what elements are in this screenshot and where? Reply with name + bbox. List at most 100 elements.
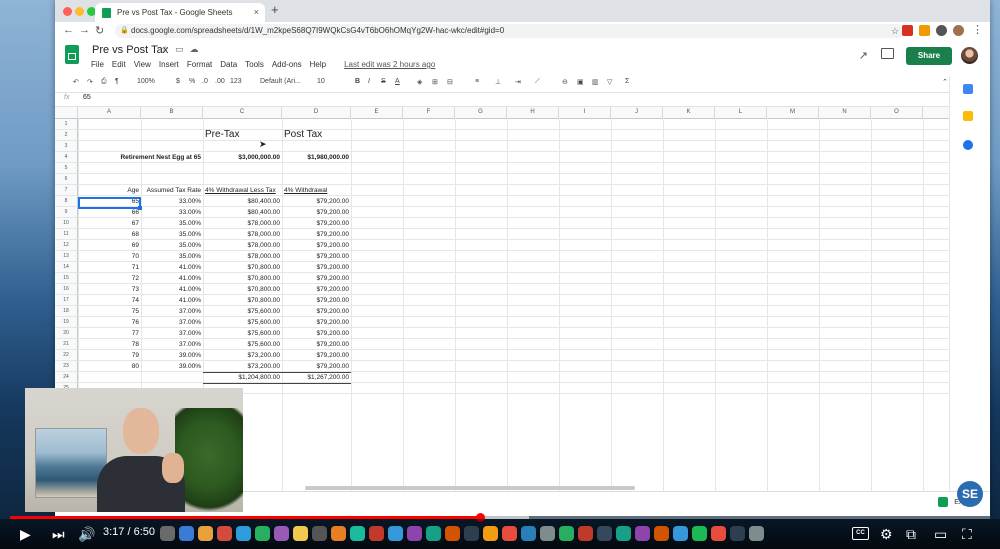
keep-icon[interactable]: [963, 111, 973, 121]
star-icon[interactable]: ☆: [161, 44, 175, 54]
dock-app-icon[interactable]: [198, 526, 213, 541]
activity-dashboard-icon[interactable]: ↗: [859, 49, 868, 62]
row-header[interactable]: 8: [55, 196, 78, 207]
font-size-select[interactable]: 10: [317, 78, 325, 85]
dock-app-icon[interactable]: [502, 526, 517, 541]
row-header[interactable]: 2: [55, 130, 78, 141]
theater-mode-icon[interactable]: ▭: [934, 525, 947, 543]
merge-cells-icon[interactable]: ⊟: [447, 78, 453, 86]
dock-app-icon[interactable]: [293, 526, 308, 541]
dock-app-icon[interactable]: [312, 526, 327, 541]
selected-cell-a8[interactable]: [78, 197, 142, 210]
column-header[interactable]: B: [141, 107, 203, 118]
font-family-select[interactable]: Default (Ari...: [260, 78, 301, 85]
cell-post-tax-withdrawal[interactable]: $79,200.00: [284, 361, 349, 372]
cell-pre-tax-withdrawal[interactable]: $75,600.00: [205, 328, 280, 339]
cell-post-tax-withdrawal[interactable]: $79,200.00: [284, 317, 349, 328]
cell-tax-rate[interactable]: 35.00%: [143, 218, 201, 229]
cell-c7[interactable]: 4% Withdrawal Less Tax: [205, 185, 280, 196]
text-color-button[interactable]: A: [395, 78, 400, 85]
menu-view[interactable]: View: [134, 60, 151, 69]
new-tab-button[interactable]: +: [271, 2, 279, 17]
menu-format[interactable]: Format: [187, 60, 212, 69]
miniplayer-icon[interactable]: ⧉: [906, 525, 916, 543]
column-header[interactable]: D: [282, 107, 351, 118]
channel-logo[interactable]: SE: [957, 481, 983, 507]
cell-age[interactable]: 73: [80, 284, 139, 295]
dock-app-icon[interactable]: [255, 526, 270, 541]
row-header[interactable]: 16: [55, 284, 78, 295]
cell-pre-tax-withdrawal[interactable]: $70,800.00: [205, 273, 280, 284]
dock-app-icon[interactable]: [331, 526, 346, 541]
cell-pre-tax-withdrawal[interactable]: $70,800.00: [205, 295, 280, 306]
comment-history-icon[interactable]: [881, 48, 894, 59]
cell-tax-rate[interactable]: 37.00%: [143, 317, 201, 328]
account-avatar[interactable]: [961, 47, 978, 64]
cell-pre-tax-withdrawal[interactable]: $70,800.00: [205, 262, 280, 273]
dock-app-icon[interactable]: [597, 526, 612, 541]
dock-app-icon[interactable]: [673, 526, 688, 541]
cell-pre-tax-withdrawal[interactable]: $80,400.00: [205, 196, 280, 207]
move-folder-icon[interactable]: ▭: [175, 44, 190, 54]
cell-d4[interactable]: $1,980,000.00: [284, 152, 349, 163]
cell-tax-rate[interactable]: 37.00%: [143, 339, 201, 350]
borders-icon[interactable]: ⊞: [432, 78, 438, 86]
cell-pre-tax-withdrawal[interactable]: $73,200.00: [205, 350, 280, 361]
column-header[interactable]: K: [663, 107, 715, 118]
column-header[interactable]: C: [203, 107, 282, 118]
dock-app-icon[interactable]: [654, 526, 669, 541]
cell-age[interactable]: 71: [80, 262, 139, 273]
dock-app-icon[interactable]: [274, 526, 289, 541]
cell-pre-tax-withdrawal[interactable]: $78,000.00: [205, 240, 280, 251]
cell-tax-rate[interactable]: 37.00%: [143, 328, 201, 339]
cell-age[interactable]: 67: [80, 218, 139, 229]
dock-app-icon[interactable]: [369, 526, 384, 541]
row-header[interactable]: 12: [55, 240, 78, 251]
cell-tax-rate[interactable]: 35.00%: [143, 229, 201, 240]
cell-pre-tax-withdrawal[interactable]: $75,600.00: [205, 306, 280, 317]
cell-post-tax-withdrawal[interactable]: $79,200.00: [284, 251, 349, 262]
play-icon[interactable]: ▶: [20, 525, 31, 543]
volume-icon[interactable]: 🔊: [78, 525, 95, 543]
functions-button[interactable]: Σ: [625, 78, 629, 85]
horizontal-align-icon[interactable]: ≡: [475, 78, 479, 85]
insert-comment-icon[interactable]: ▣: [577, 78, 584, 86]
tab-close-icon[interactable]: ×: [254, 3, 259, 22]
dock-app-icon[interactable]: [711, 526, 726, 541]
text-rotation-icon[interactable]: ⟋: [535, 78, 540, 86]
cell-tax-rate[interactable]: 41.00%: [143, 262, 201, 273]
horizontal-scrollbar[interactable]: [305, 486, 635, 490]
column-header[interactable]: N: [819, 107, 871, 118]
row-header[interactable]: 9: [55, 207, 78, 218]
text-wrap-icon[interactable]: ⇥: [515, 78, 521, 86]
cell-age[interactable]: 75: [80, 306, 139, 317]
cell-a4[interactable]: Retirement Nest Egg at 65: [80, 152, 201, 163]
cell-age[interactable]: 80: [80, 361, 139, 372]
cell-tax-rate[interactable]: 37.00%: [143, 306, 201, 317]
share-button[interactable]: Share: [906, 47, 952, 65]
cell-c2[interactable]: Pre-Tax: [205, 129, 280, 140]
dock-app-icon[interactable]: [483, 526, 498, 541]
extension-icon[interactable]: [919, 25, 930, 36]
captions-button[interactable]: CC: [852, 527, 869, 540]
formula-input[interactable]: 65: [83, 94, 91, 101]
row-header[interactable]: 17: [55, 295, 78, 306]
cell-tax-rate[interactable]: 33.00%: [143, 196, 201, 207]
close-window-button[interactable]: [63, 7, 72, 16]
cell-pre-tax-withdrawal[interactable]: $73,200.00: [205, 361, 280, 372]
row-header[interactable]: 7: [55, 185, 78, 196]
cell-post-tax-withdrawal[interactable]: $79,200.00: [284, 262, 349, 273]
cell-post-tax-withdrawal[interactable]: $79,200.00: [284, 218, 349, 229]
bookmark-star-icon[interactable]: ☆: [891, 24, 899, 38]
cell-d7[interactable]: 4% Withdrawal: [284, 185, 349, 196]
cell-age[interactable]: 74: [80, 295, 139, 306]
cell-total-pre-tax[interactable]: $1,204,800.00: [205, 372, 280, 383]
print-icon[interactable]: ⎙: [101, 78, 107, 86]
dock-app-icon[interactable]: [540, 526, 555, 541]
cell-tax-rate[interactable]: 39.00%: [143, 361, 201, 372]
dock-app-icon[interactable]: [749, 526, 764, 541]
menu-edit[interactable]: Edit: [112, 60, 126, 69]
cell-pre-tax-withdrawal[interactable]: $75,600.00: [205, 317, 280, 328]
filter-icon[interactable]: ▽: [607, 78, 612, 86]
cell-tax-rate[interactable]: 41.00%: [143, 284, 201, 295]
